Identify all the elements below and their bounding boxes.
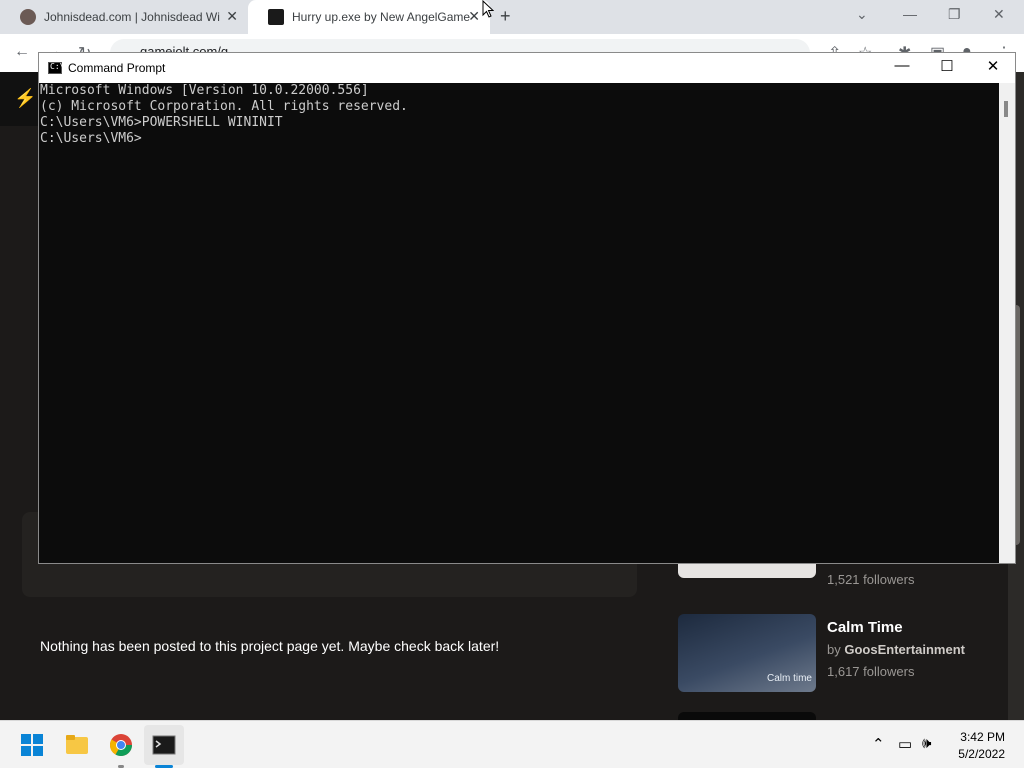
clock-date: 5/2/2022 <box>958 747 1005 761</box>
close-tab-icon[interactable]: ✕ <box>468 8 480 25</box>
console-prompt-line[interactable]: C:\Users\VM6> <box>40 131 999 147</box>
cmd-icon-text: C:\ <box>50 62 65 71</box>
cmd-close-icon[interactable]: ✕ <box>970 57 1016 79</box>
volume-icon[interactable]: 🕪 <box>922 735 931 752</box>
game-author[interactable]: GoosEntertainment <box>844 642 965 657</box>
tab-title: Johnisdead.com | Johnisdead Wi <box>44 10 220 24</box>
console-line: Microsoft Windows [Version 10.0.22000.55… <box>40 83 369 98</box>
tab-johnisdead[interactable]: Johnisdead.com | Johnisdead Wi ✕ <box>0 0 248 34</box>
cmd-scrollbar[interactable] <box>999 83 1015 563</box>
minimize-icon[interactable]: — <box>903 6 917 22</box>
clock-time: 3:42 PM <box>960 730 1005 744</box>
cmd-scrollbar-thumb[interactable] <box>1004 101 1008 117</box>
gamejolt-logo-icon[interactable]: ⚡ <box>14 88 36 109</box>
cmd-minimize-icon[interactable]: — <box>879 57 925 79</box>
console-line: (c) Microsoft Corporation. All rights re… <box>40 99 408 114</box>
cmd-taskbar-icon[interactable] <box>152 733 176 757</box>
file-explorer-icon[interactable] <box>65 733 89 757</box>
cmd-maximize-icon[interactable]: ☐ <box>924 57 970 79</box>
game-thumbnail-calm-time[interactable]: Calm time <box>678 614 816 692</box>
tab-search-icon[interactable]: ⌄ <box>856 6 868 23</box>
cmd-app-icon: C:\ <box>48 62 65 74</box>
johnisdead-favicon-icon <box>20 9 36 25</box>
windows-taskbar: ⌃ ▭ 🕪 3:42 PM 5/2/2022 <box>0 720 1024 768</box>
show-hidden-icons-icon[interactable]: ⌃ <box>872 735 885 753</box>
game-thumbnail[interactable] <box>678 712 816 720</box>
start-windows-icon[interactable] <box>20 733 44 757</box>
restore-icon[interactable]: ❐ <box>948 6 961 23</box>
game-followers: 1,617 followers <box>827 664 915 679</box>
command-prompt-window[interactable]: C:\ Command Prompt — ☐ ✕ Microsoft Windo… <box>38 52 1016 564</box>
tab-hurry-up[interactable]: Hurry up.exe by New AngelGame ✕ <box>248 0 490 34</box>
mouse-cursor-icon <box>482 0 494 18</box>
close-tab-icon[interactable]: ✕ <box>226 8 238 25</box>
game-followers: 1,521 followers <box>827 572 915 587</box>
back-icon[interactable]: ← <box>14 43 30 61</box>
system-clock[interactable]: 3:42 PM 5/2/2022 <box>958 729 1005 763</box>
chrome-icon[interactable] <box>109 733 133 757</box>
thumbnail-caption: Calm time <box>766 673 812 684</box>
tab-title: Hurry up.exe by New AngelGame <box>292 10 470 24</box>
cmd-console-output[interactable]: Microsoft Windows [Version 10.0.22000.55… <box>39 83 999 563</box>
console-line: C:\Users\VM6>POWERSHELL WININIT <box>40 115 283 130</box>
gamejolt-favicon-icon <box>268 9 284 25</box>
new-tab-icon[interactable]: + <box>500 6 511 27</box>
by-prefix: by <box>827 642 841 657</box>
game-title[interactable]: Calm Time <box>827 619 903 636</box>
network-icon[interactable]: ▭ <box>898 735 912 753</box>
browser-tab-strip: Johnisdead.com | Johnisdead Wi ✕ Hurry u… <box>0 0 1024 34</box>
cmd-title-bar[interactable]: C:\ Command Prompt — ☐ ✕ <box>39 53 1015 83</box>
cmd-window-title: Command Prompt <box>68 61 166 75</box>
empty-posts-message: Nothing has been posted to this project … <box>40 638 500 654</box>
close-icon[interactable]: ✕ <box>993 6 1005 23</box>
game-author-line: by GoosEntertainment <box>827 642 965 657</box>
